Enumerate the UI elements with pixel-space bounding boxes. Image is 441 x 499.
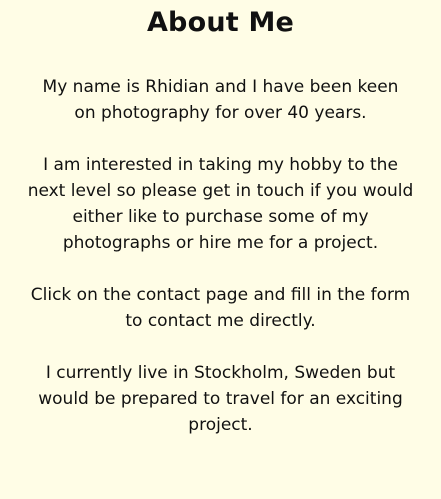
paragraph-line: project.: [188, 415, 253, 435]
about-page: About Me My name is Rhidian and I have b…: [0, 0, 441, 499]
paragraph-line: would be prepared to travel for an excit…: [38, 389, 403, 409]
paragraph-line: on photography for over 40 years.: [74, 103, 367, 123]
paragraph-line: I am interested in taking my hobby to th…: [43, 155, 398, 175]
paragraph-line: photographs or hire me for a project.: [62, 233, 379, 253]
location-paragraph: I currently live in Stockholm, Sweden bu…: [0, 360, 441, 438]
about-content: My name is Rhidian and I have been keen …: [0, 74, 441, 438]
interest-paragraph: I am interested in taking my hobby to th…: [0, 152, 441, 256]
contact-paragraph: Click on the contact page and fill in th…: [0, 282, 441, 334]
paragraph-line: I currently live in Stockholm, Sweden bu…: [45, 363, 396, 383]
paragraph-line: My name is Rhidian and I have been keen: [42, 77, 399, 97]
intro-paragraph: My name is Rhidian and I have been keen …: [0, 74, 441, 126]
paragraph-line: either like to purchase some of my: [72, 207, 369, 227]
paragraph-line: to contact me directly.: [125, 311, 316, 331]
paragraph-line: Click on the contact page and fill in th…: [30, 285, 411, 305]
page-title: About Me: [146, 7, 295, 38]
paragraph-line: next level so please get in touch if you…: [27, 181, 414, 201]
